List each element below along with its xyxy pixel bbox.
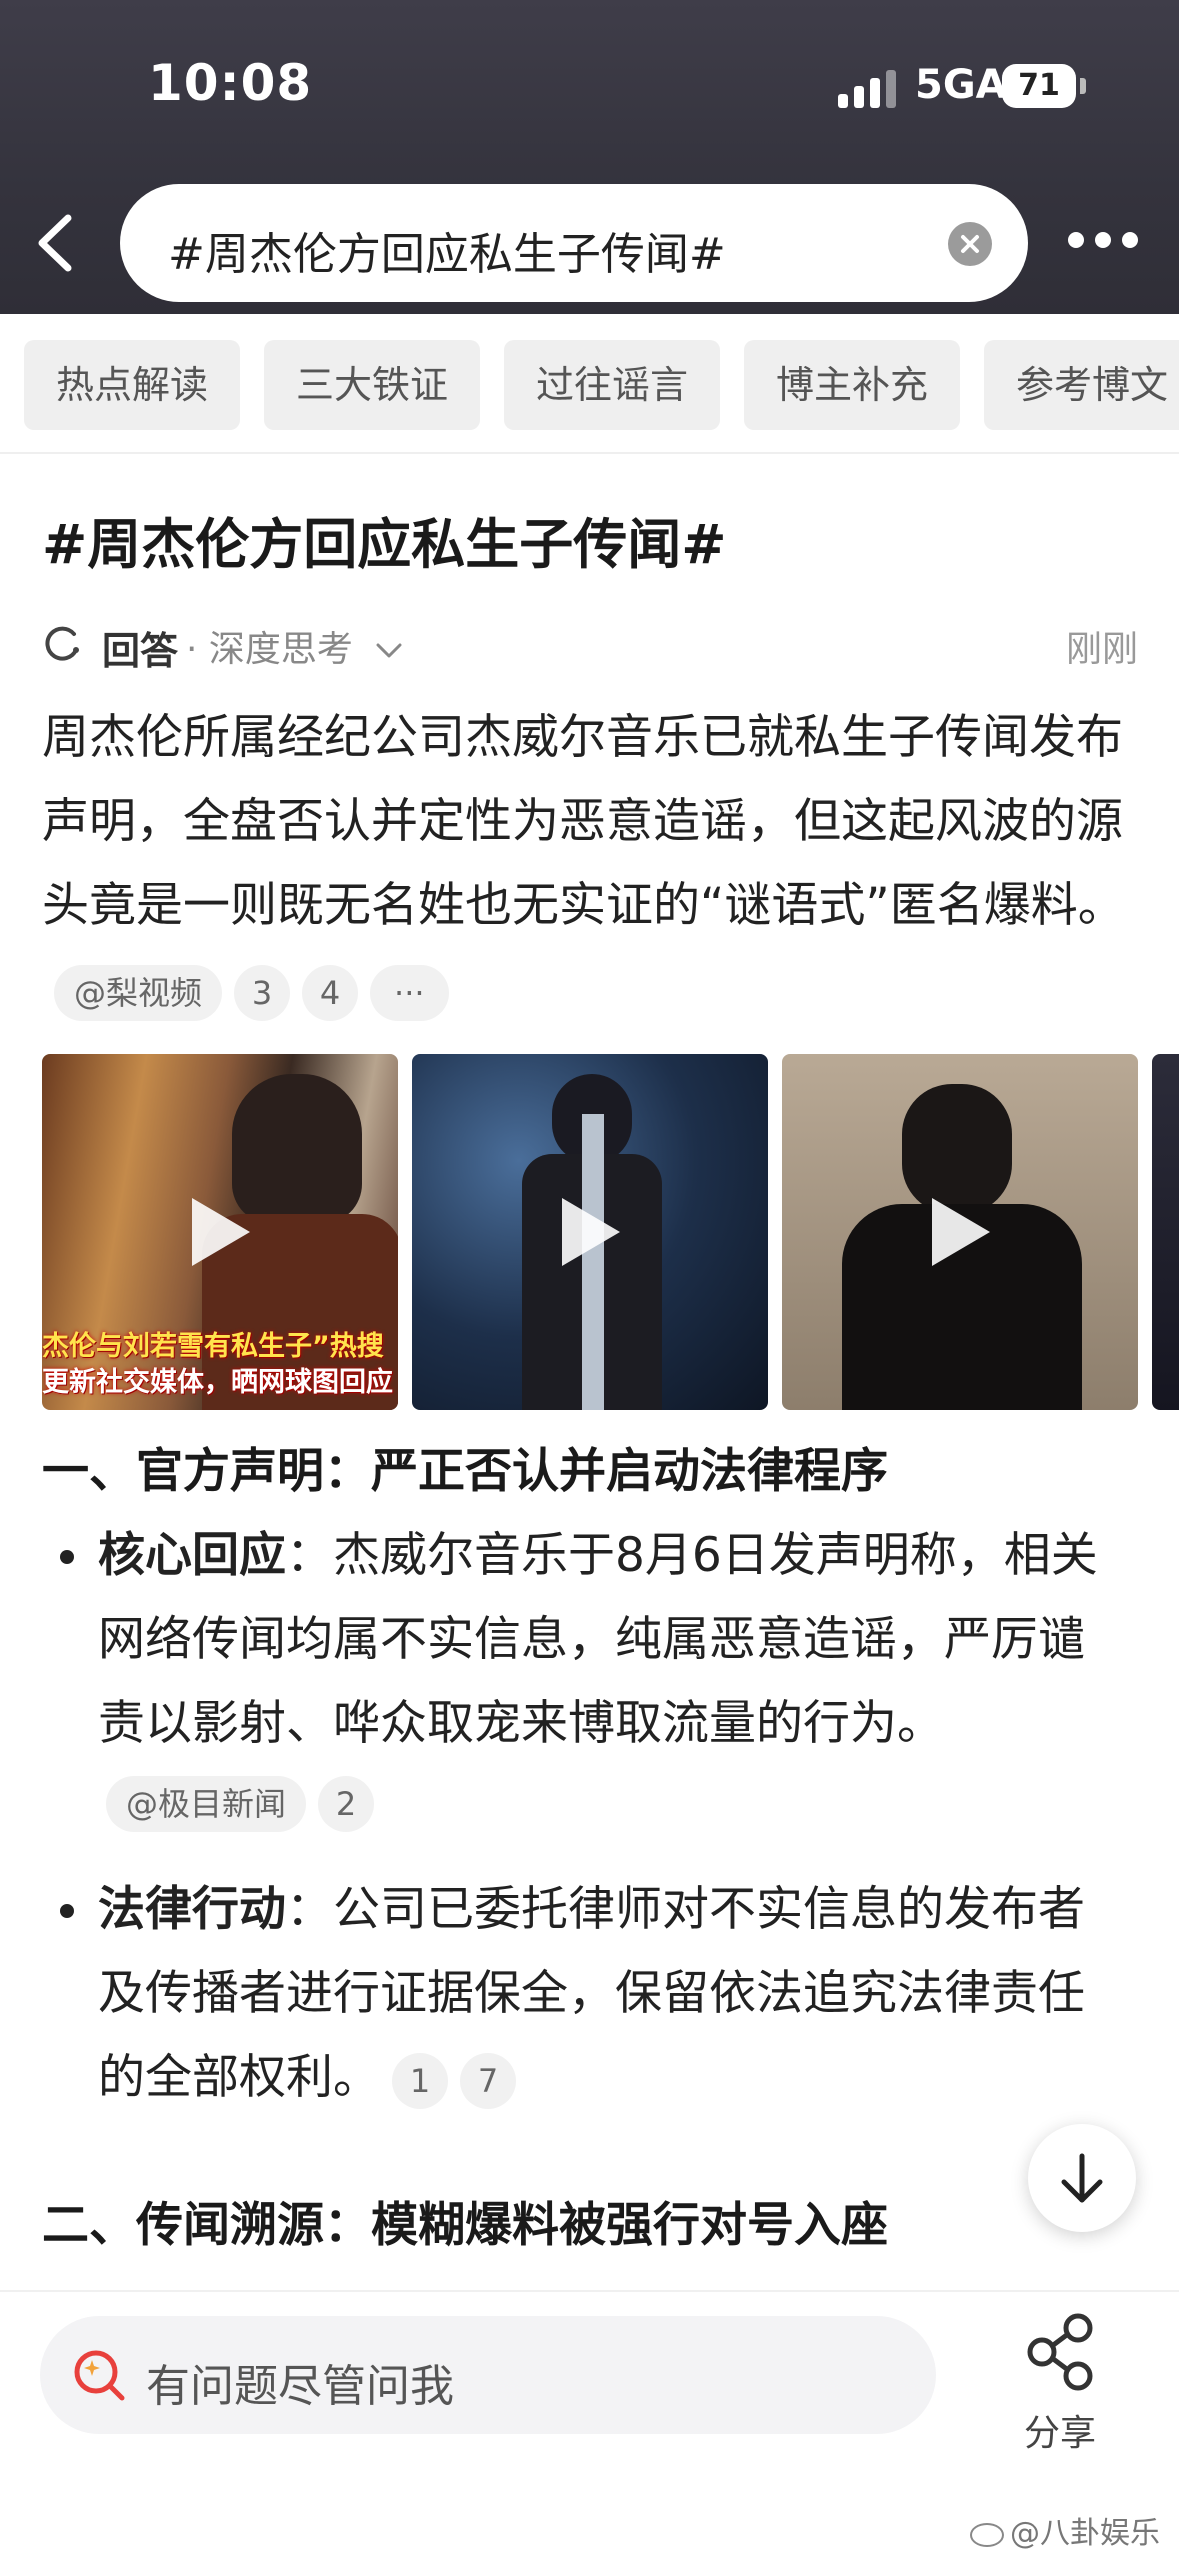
reference-badge[interactable]: 2 xyxy=(318,1776,375,1832)
intro-text: 周杰伦所属经纪公司杰威尔音乐已就私生子传闻发布声明，全盘否认并定性为恶意造谣，但… xyxy=(42,710,1125,933)
play-icon xyxy=(932,1198,990,1266)
arrow-down-icon xyxy=(1061,2153,1103,2203)
chevron-left-icon xyxy=(38,214,72,272)
person-silhouette xyxy=(902,1084,1012,1214)
source-chip-pear-video[interactable]: @梨视频 xyxy=(54,964,223,1021)
tab-past-rumors[interactable]: 过往谣言 xyxy=(504,340,720,430)
thinking-mode-dropdown[interactable]: · 深度思考 xyxy=(186,620,404,672)
ask-placeholder: 有问题尽管问我 xyxy=(146,2361,454,2412)
reference-badge[interactable]: 7 xyxy=(460,2052,516,2109)
video-thumbnail[interactable] xyxy=(412,1054,768,1410)
video-carousel: 杰伦与刘若雪有私生子”热搜 更新社交媒体，晒网球图回应 xyxy=(42,1054,1179,1410)
reference-badge[interactable]: 1 xyxy=(392,2052,448,2109)
tab-reference-posts[interactable]: 参考博文 xyxy=(984,340,1179,430)
bullet-label: 核心回应 xyxy=(98,1528,286,1583)
reference-badge[interactable]: 3 xyxy=(234,964,291,1021)
battery-icon: 71 xyxy=(1002,64,1076,108)
tab-blogger-notes[interactable]: 博主补充 xyxy=(744,340,960,430)
weibo-icon xyxy=(970,2522,1004,2547)
bullet-label: 法律行动 xyxy=(98,1882,286,1937)
chevron-down-icon xyxy=(376,643,402,658)
bullet-item-core-response: 核心回应：杰威尔音乐于8月6日发声明称，相关网络传闻均属不实信息，纯属恶意造谣，… xyxy=(98,1514,1128,1766)
bullet-dot xyxy=(60,1550,74,1564)
close-icon xyxy=(961,235,979,253)
thinking-mode-label: · 深度思考 xyxy=(186,629,353,670)
top-header: 10:08 5GA 71 #周杰伦方回应私生子传闻# xyxy=(0,0,1179,314)
search-query: #周杰伦方回应私生子传闻# xyxy=(168,229,726,280)
share-label: 分享 xyxy=(1023,2413,1096,2454)
answer-label: 回答 xyxy=(102,629,179,673)
ai-search-icon xyxy=(74,2350,125,2401)
play-icon xyxy=(192,1198,250,1266)
network-type: 5GA xyxy=(915,62,1007,108)
intro-paragraph: 周杰伦所属经纪公司杰威尔音乐已就私生子传闻发布声明，全盘否认并定性为恶意造谣，但… xyxy=(42,696,1142,1032)
topic-tabs: 热点解读 三大铁证 过往谣言 博主补充 参考博文 xyxy=(0,314,1179,454)
back-button[interactable] xyxy=(26,208,86,278)
deep-think-icon xyxy=(45,626,79,661)
source-row: @极目新闻 2 xyxy=(98,1776,375,1832)
bullet-item-legal-action: 法律行动：公司已委托律师对不实信息的发布者及传播者进行证据保全，保留依法追究法律… xyxy=(98,1868,1128,2120)
tab-three-evidence[interactable]: 三大铁证 xyxy=(264,340,480,430)
video-caption-line2: 更新社交媒体，晒网球图回应 xyxy=(42,1367,393,1398)
watermark: @八卦娱乐 xyxy=(970,2508,1160,2552)
bullet-dot xyxy=(60,1904,74,1918)
status-time: 10:08 xyxy=(148,54,313,112)
video-thumbnail[interactable] xyxy=(1152,1054,1179,1410)
more-references-chip[interactable]: ··· xyxy=(370,964,449,1021)
video-thumbnail[interactable] xyxy=(782,1054,1138,1410)
signal-icon xyxy=(838,68,898,108)
battery-level: 71 xyxy=(1018,68,1060,103)
watermark-text: @八卦娱乐 xyxy=(1010,2516,1160,2551)
search-input[interactable]: #周杰伦方回应私生子传闻# xyxy=(120,184,1028,302)
section-heading: 一、官方声明：严正否认并启动法律程序 xyxy=(42,1444,888,1499)
ask-input[interactable]: 有问题尽管问我 xyxy=(40,2316,936,2434)
answer-time: 刚刚 xyxy=(1065,629,1138,670)
answer-header: 回答 · 深度思考 刚刚 xyxy=(42,614,1142,674)
reference-badge[interactable]: 4 xyxy=(302,964,359,1021)
source-chip-jimu-news[interactable]: @极目新闻 xyxy=(106,1776,307,1832)
tab-hot-analysis[interactable]: 热点解读 xyxy=(24,340,240,430)
video-caption-line1: 杰伦与刘若雪有私生子”热搜 xyxy=(42,1331,384,1362)
share-icon xyxy=(1027,2313,1093,2391)
person-silhouette xyxy=(232,1074,362,1224)
scroll-down-button[interactable] xyxy=(1028,2124,1136,2232)
page-title: #周杰伦方回应私生子传闻# xyxy=(42,513,727,576)
battery-tip xyxy=(1080,78,1086,94)
video-thumbnail[interactable]: 杰伦与刘若雪有私生子”热搜 更新社交媒体，晒网球图回应 xyxy=(42,1054,398,1410)
play-icon xyxy=(562,1198,620,1266)
share-button[interactable]: 分享 xyxy=(1010,2312,1110,2454)
clear-search-button[interactable] xyxy=(948,222,992,266)
more-options-button[interactable] xyxy=(1068,232,1138,252)
section-heading: 二、传闻溯源：模糊爆料被强行对号入座 xyxy=(42,2198,888,2253)
